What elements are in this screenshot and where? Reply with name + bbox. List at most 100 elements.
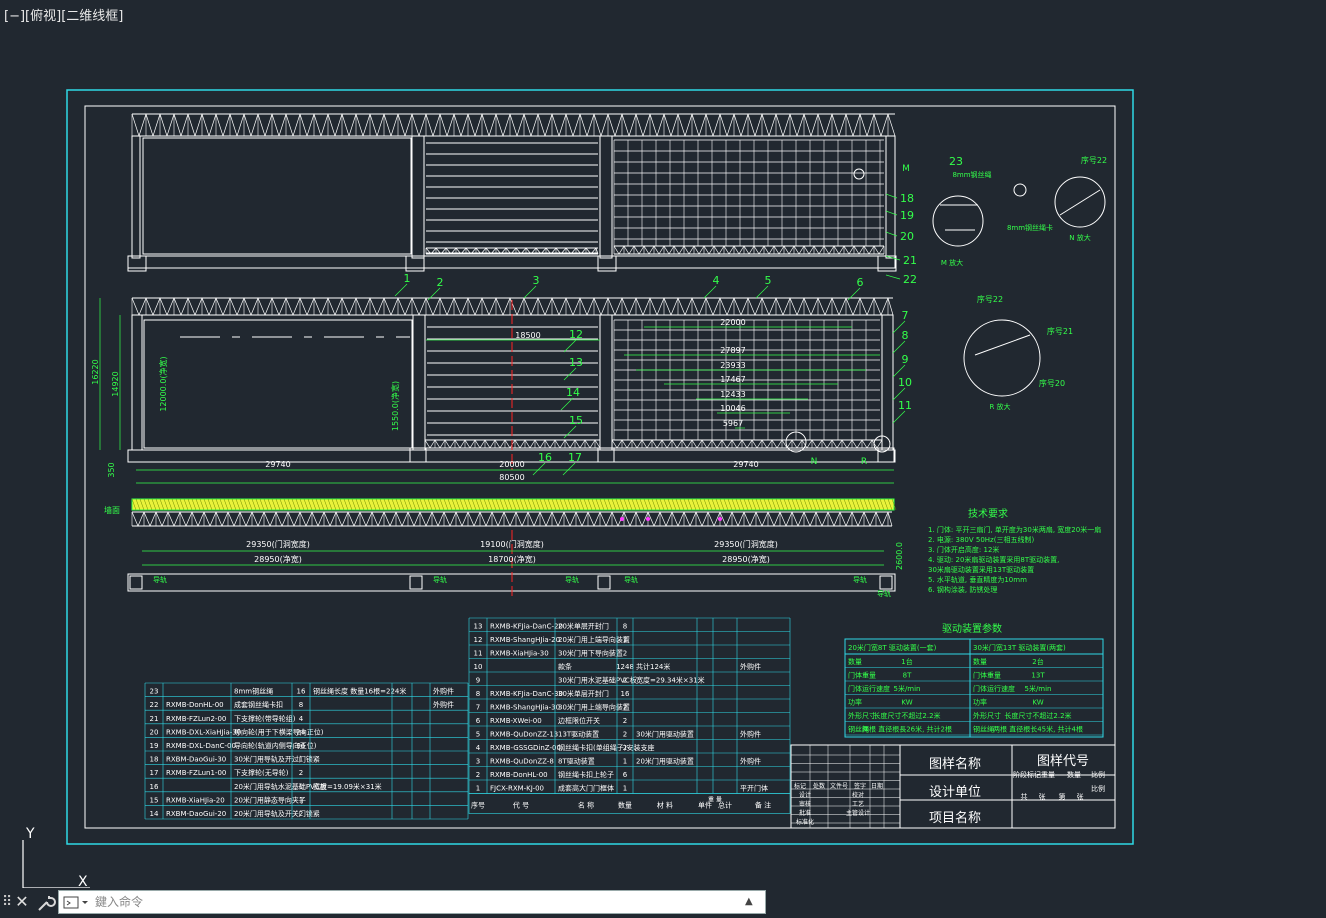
detail-label: 序号22 — [977, 294, 1003, 304]
truss-diagonal — [843, 245, 850, 255]
bom-mid-cell: 1 — [623, 758, 627, 766]
drive-table-cell: 外形尺寸 — [848, 711, 876, 720]
callout-label-8: 8 — [902, 329, 909, 342]
truss-diagonal — [796, 297, 805, 316]
truss-diagonal — [306, 297, 315, 316]
title-right-label: 第 — [1059, 792, 1066, 801]
rail-block — [129, 575, 143, 590]
title-right-label: 张 — [1039, 792, 1046, 801]
truss-diagonal — [334, 113, 343, 137]
detail-circle-M — [932, 195, 984, 247]
truss-diagonal — [131, 297, 140, 316]
truss-diagonal — [425, 113, 434, 137]
truss-diagonal — [495, 113, 504, 137]
bom-mid-cell: 8T驱动装置 — [558, 757, 595, 766]
truss-diagonal — [443, 511, 451, 527]
truss-diagonal — [621, 297, 630, 316]
bom-mid-cell: RXMB-KFJia-DanC-20 — [490, 623, 563, 631]
truss-diagonal — [191, 511, 199, 527]
column — [131, 135, 141, 259]
close-icon[interactable]: ✕ — [12, 890, 32, 914]
truss-diagonal — [306, 113, 315, 137]
bom-left-cell: 23 — [150, 688, 159, 696]
callout-label-20: 20 — [900, 230, 914, 243]
truss-diagonal — [474, 439, 481, 449]
bom-mid-cell: 30米门用下导向装置 — [558, 649, 623, 658]
bom-left-cell: RXMB-FZLun2-00 — [166, 715, 226, 723]
truss-diagonal — [887, 511, 893, 527]
truss-diagonal — [503, 511, 511, 527]
truss-diagonal — [397, 113, 406, 137]
truss-diagonal — [411, 113, 420, 137]
truss-diagonal — [611, 511, 619, 527]
callout-label-19: 19 — [900, 209, 914, 222]
truss-diagonal — [761, 511, 769, 527]
truss-diagonal — [677, 113, 686, 137]
truss-diagonal — [159, 113, 168, 137]
detail-label: 8mm钢丝绳卡 — [1007, 223, 1053, 232]
truss-diagonal — [698, 245, 705, 255]
bom-mid-cell: 6 — [623, 771, 628, 779]
detail-label: 23 — [949, 155, 963, 168]
bom-mid-cell: 3 — [476, 758, 480, 766]
truss-diagonal — [491, 511, 499, 527]
tech-note-3: 3. 门体开启高度: 12米 — [928, 545, 999, 554]
dimension-label: 29350(门洞宽度) — [246, 539, 310, 549]
bom-mid-cell: 30米门用上端导向装置 — [558, 703, 630, 712]
drive-table-cell: 外形尺寸 — [973, 711, 1001, 720]
truss-diagonal — [362, 113, 371, 137]
bom-mid-cell: RXMB-XWei-00 — [490, 717, 542, 725]
truss-diagonal — [383, 511, 391, 527]
truss-diagonal — [671, 511, 679, 527]
truss-diagonal — [782, 297, 791, 316]
truss-diagonal — [539, 511, 547, 527]
truss-diagonal — [180, 113, 189, 137]
chevron-up-icon[interactable]: ▲ — [745, 893, 759, 911]
truss-diagonal — [313, 113, 322, 137]
truss-diagonal — [365, 511, 373, 527]
truss-diagonal — [250, 297, 259, 316]
truss-diagonal — [187, 113, 196, 137]
detail-marker-label-N: N — [811, 457, 818, 467]
dimension-label: 22000 — [720, 318, 745, 327]
truss-diagonal — [818, 245, 825, 255]
bom-left-cell: 8mm钢丝绳 — [234, 687, 273, 696]
truss-diagonal — [616, 439, 623, 449]
command-input[interactable] — [95, 893, 735, 911]
truss-diagonal — [424, 439, 431, 449]
truss-diagonal — [613, 245, 620, 255]
truss-diagonal — [614, 297, 623, 316]
truss-diagonal — [495, 297, 504, 316]
command-prompt-icon[interactable] — [63, 895, 93, 911]
bom-mid-cell: 成套高大门门框体 — [558, 784, 614, 793]
bom-mid-cell: FJCX-RXM-KJ-00 — [490, 785, 544, 793]
truss-diagonal — [824, 113, 833, 137]
truss-diagonal — [684, 297, 693, 316]
drive-table-cell: 钢丝绳 — [973, 725, 994, 734]
truss-diagonal — [778, 245, 785, 255]
truss-diagonal — [658, 245, 665, 255]
truss-diagonal — [703, 245, 710, 255]
truss-diagonal — [666, 439, 673, 449]
truss-diagonal — [159, 297, 168, 316]
bom-left-cell: 14 — [150, 810, 159, 818]
wrench-icon[interactable] — [34, 890, 56, 914]
truss-diagonal — [851, 511, 859, 527]
bom-mid-cell: 16 — [621, 690, 630, 698]
truss-diagonal — [768, 297, 777, 316]
bom-mid-cell: 外购件 — [740, 662, 761, 671]
truss-diagonal — [656, 439, 663, 449]
wall-label: 墙面 — [104, 505, 120, 515]
command-line-grip[interactable]: ⠿ — [2, 892, 12, 912]
drawing-canvas[interactable]: 1 2 3 4 5 678910111213141516 171819202122MN R22… — [0, 0, 1326, 888]
bom-left-cell: 1 — [299, 783, 303, 791]
truss-diagonal — [502, 113, 511, 137]
truss-diagonal — [474, 297, 483, 316]
truss-diagonal — [768, 245, 775, 255]
bom-left-cell: 19 — [150, 742, 159, 750]
truss-diagonal — [479, 511, 487, 527]
truss-diagonal — [783, 245, 790, 255]
truss-diagonal — [623, 511, 631, 527]
truss-diagonal — [758, 245, 765, 255]
truss-diagonal — [390, 113, 399, 137]
